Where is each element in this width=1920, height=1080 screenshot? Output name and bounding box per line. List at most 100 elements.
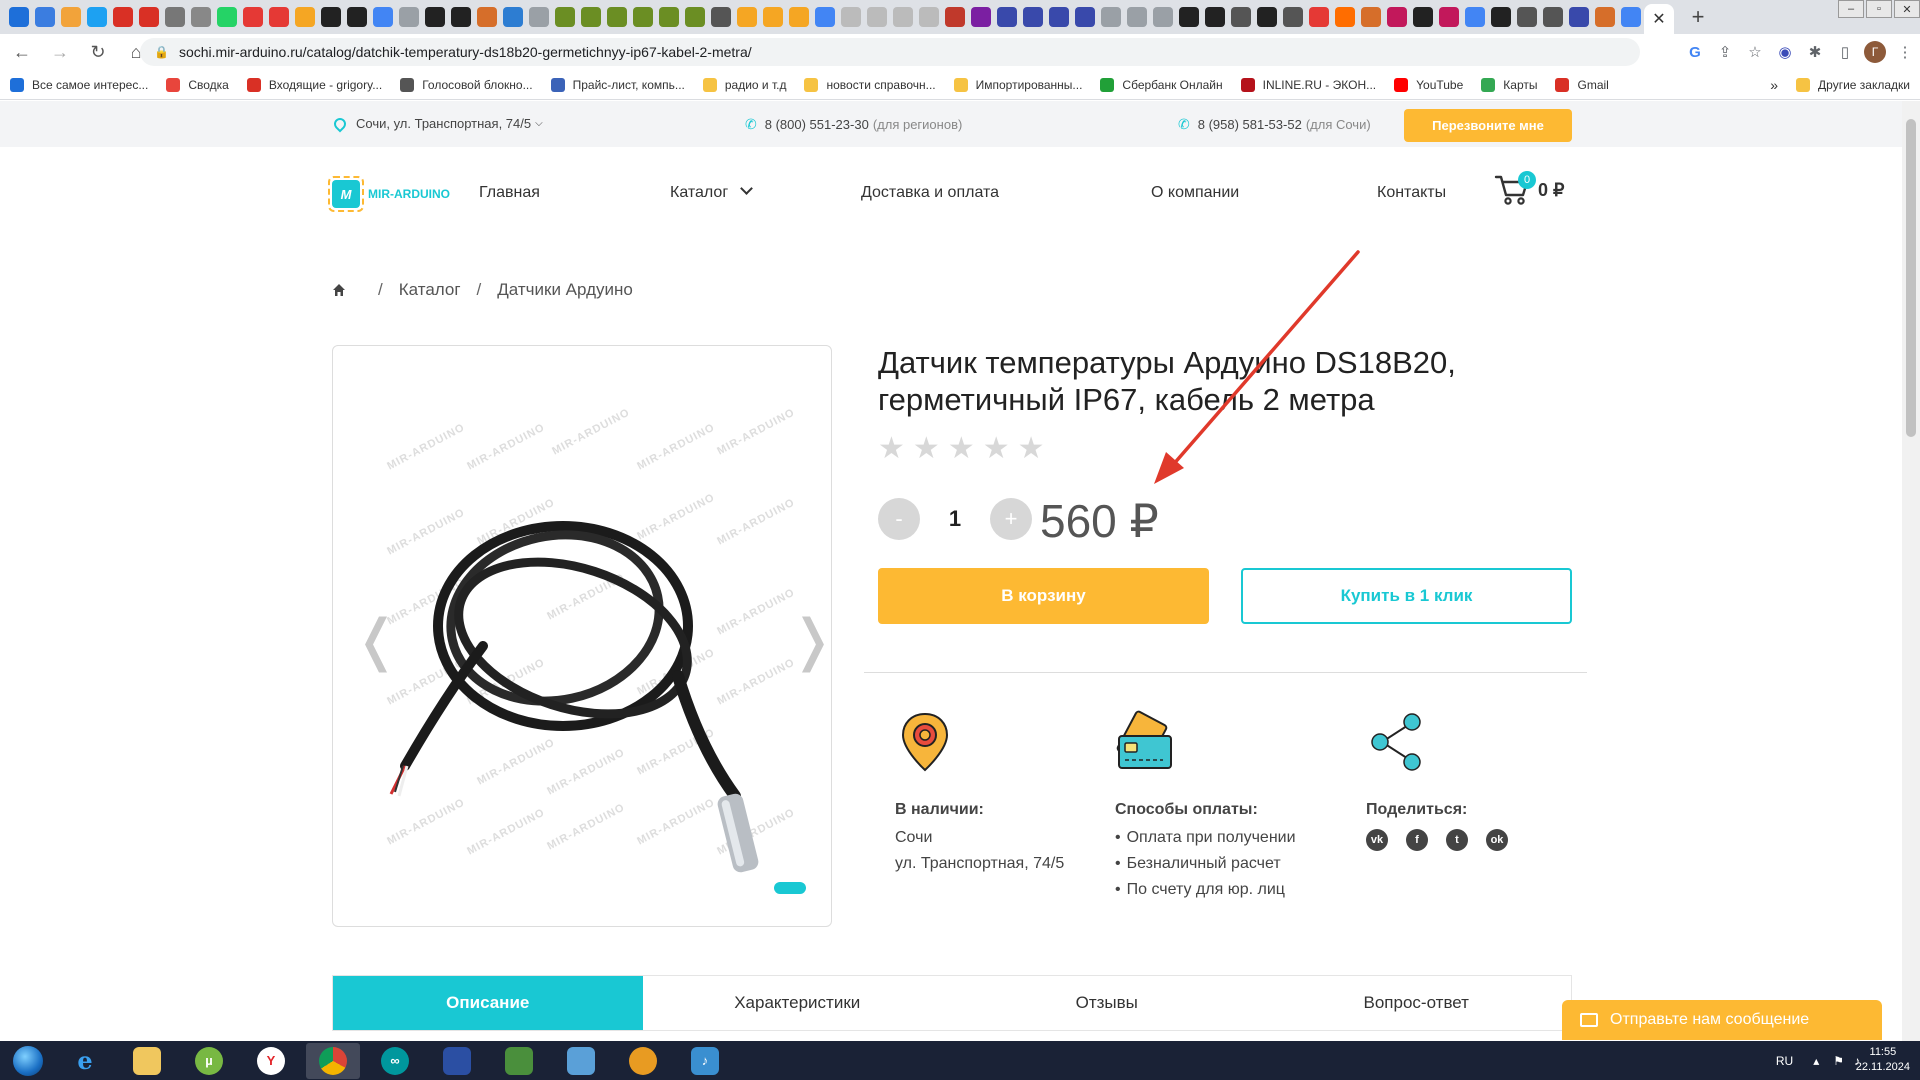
breadcrumb-catalog[interactable]: Каталог (399, 280, 461, 300)
pinned-tab-favicon-icon[interactable] (633, 7, 653, 27)
pinned-tab-favicon-icon[interactable] (1075, 7, 1095, 27)
tray-expand-icon[interactable]: ▴ (1813, 1054, 1819, 1068)
pinned-tab-favicon-icon[interactable] (919, 7, 939, 27)
pinned-tab-favicon-icon[interactable] (607, 7, 627, 27)
pinned-tab-favicon-icon[interactable] (373, 7, 393, 27)
taskbar-explorer[interactable] (120, 1043, 174, 1079)
bookmark-item[interactable]: Голосовой блокно... (400, 77, 533, 92)
pinned-tab-favicon-icon[interactable] (243, 7, 263, 27)
pinned-tab-favicon-icon[interactable] (1179, 7, 1199, 27)
pinned-tab-favicon-icon[interactable] (295, 7, 315, 27)
gallery-next-arrow[interactable]: ❭ (789, 608, 831, 673)
taskbar-internet-explorer[interactable]: e (58, 1043, 112, 1079)
share-page-icon[interactable]: ⇪ (1710, 38, 1740, 66)
pinned-tab-favicon-icon[interactable] (737, 7, 757, 27)
pinned-tab-favicon-icon[interactable] (217, 7, 237, 27)
pinned-tab-favicon-icon[interactable] (1101, 7, 1121, 27)
star-icon[interactable]: ★ (1018, 434, 1045, 464)
header-cart[interactable]: 0 0 ₽ (1494, 171, 1564, 207)
bookmark-item[interactable]: Карты (1481, 77, 1537, 92)
gallery-pagination-dot[interactable] (774, 882, 806, 894)
pinned-tab-favicon-icon[interactable] (1621, 7, 1641, 27)
pinned-tab-favicon-icon[interactable] (1283, 7, 1303, 27)
taskbar-app-7[interactable] (430, 1043, 484, 1079)
extensions-icon[interactable]: ✱ (1800, 38, 1830, 66)
address-bar[interactable]: 🔒 sochi.mir-arduino.ru/catalog/datchik-t… (140, 38, 1640, 66)
bookmark-star-icon[interactable]: ☆ (1740, 38, 1770, 66)
pinned-tab-favicon-icon[interactable] (1309, 7, 1329, 27)
pinned-tab-favicon-icon[interactable] (1387, 7, 1407, 27)
bookmark-item[interactable]: новости справочн... (804, 77, 936, 92)
page-scrollbar[interactable] (1902, 101, 1920, 1041)
taskbar-arduino[interactable]: ∞ (368, 1043, 422, 1079)
pinned-tab-favicon-icon[interactable] (87, 7, 107, 27)
pinned-tab-favicon-icon[interactable] (971, 7, 991, 27)
pinned-tab-favicon-icon[interactable] (1049, 7, 1069, 27)
pinned-tab-favicon-icon[interactable] (1153, 7, 1173, 27)
pinned-tab-favicon-icon[interactable] (1127, 7, 1147, 27)
other-bookmarks-link[interactable]: Другие закладки (1818, 78, 1910, 92)
pinned-tab-favicon-icon[interactable] (1465, 7, 1485, 27)
pinned-tab-favicon-icon[interactable] (685, 7, 705, 27)
pinned-tab-favicon-icon[interactable] (321, 7, 341, 27)
pinned-tab-favicon-icon[interactable] (841, 7, 861, 27)
tray-flag-icon[interactable]: ⚑ (1833, 1054, 1844, 1068)
pinned-tab-favicon-icon[interactable] (1335, 7, 1355, 27)
quantity-decrease-button[interactable]: - (878, 498, 920, 540)
pinned-tab-favicon-icon[interactable] (1023, 7, 1043, 27)
breadcrumb-arduino-sensors[interactable]: Датчики Ардуино (497, 280, 633, 300)
pinned-tab-favicon-icon[interactable] (1491, 7, 1511, 27)
active-tab[interactable]: ✕ (1644, 4, 1674, 34)
tab-reviews[interactable]: Отзывы (952, 976, 1262, 1030)
nav-catalog[interactable]: Каталог (670, 182, 754, 202)
pinned-tab-favicon-icon[interactable] (9, 7, 29, 27)
bookmark-item[interactable]: YouTube (1394, 77, 1463, 92)
taskbar-chrome[interactable] (306, 1042, 360, 1079)
vpn-extension-icon[interactable]: ◉ (1770, 38, 1800, 66)
callback-button[interactable]: Перезвоните мне (1404, 109, 1572, 142)
pinned-tab-favicon-icon[interactable] (1439, 7, 1459, 27)
pinned-tab-favicon-icon[interactable] (35, 7, 55, 27)
window-close-button[interactable]: ✕ (1894, 0, 1920, 18)
taskbar-app-10[interactable] (616, 1043, 670, 1079)
pinned-tab-favicon-icon[interactable] (789, 7, 809, 27)
home-icon[interactable] (332, 283, 346, 297)
close-icon[interactable]: ✕ (1652, 9, 1665, 29)
tab-questions[interactable]: Вопрос-ответ (1262, 976, 1572, 1030)
pinned-tab-favicon-icon[interactable] (997, 7, 1017, 27)
reload-button[interactable]: ↻ (82, 36, 114, 68)
pinned-tab-favicon-icon[interactable] (1257, 7, 1277, 27)
bookmark-item[interactable]: Прайс-лист, компь... (550, 77, 685, 92)
pinned-tab-favicon-icon[interactable] (269, 7, 289, 27)
minimize-button[interactable]: – (1838, 0, 1864, 18)
back-button[interactable]: ← (6, 36, 38, 68)
language-indicator[interactable]: RU (1776, 1054, 1793, 1068)
side-panel-icon[interactable]: ▯ (1830, 38, 1860, 66)
nav-delivery[interactable]: Доставка и оплата (861, 184, 999, 202)
pinned-tab-favicon-icon[interactable] (139, 7, 159, 27)
tab-description[interactable]: Описание (333, 976, 643, 1030)
chat-widget-button[interactable]: Отправьте нам сообщение (1562, 1000, 1882, 1040)
pinned-tab-favicon-icon[interactable] (61, 7, 81, 27)
google-lens-icon[interactable]: G (1680, 38, 1710, 66)
star-icon[interactable]: ★ (983, 434, 1010, 464)
system-clock[interactable]: 11:55 22.11.2024 (1856, 1045, 1910, 1075)
scrollbar-thumb[interactable] (1906, 119, 1916, 437)
nav-contacts[interactable]: Контакты (1377, 184, 1446, 202)
star-icon[interactable]: ★ (913, 434, 940, 464)
bookmarks-overflow-button[interactable]: » (1770, 77, 1778, 93)
pinned-tab-favicon-icon[interactable] (1543, 7, 1563, 27)
pinned-tab-favicon-icon[interactable] (659, 7, 679, 27)
twitter-icon[interactable]: t (1446, 829, 1468, 851)
pinned-tab-favicon-icon[interactable] (191, 7, 211, 27)
pinned-tab-favicon-icon[interactable] (1231, 7, 1251, 27)
taskbar-app-11[interactable]: ♪ (678, 1043, 732, 1079)
location-selector[interactable]: Сочи, ул. Транспортная, 74/5 ⌵ (331, 115, 543, 132)
product-rating[interactable]: ★ ★ ★ ★ ★ (878, 434, 1053, 464)
pinned-tab-favicon-icon[interactable] (763, 7, 783, 27)
pinned-tab-favicon-icon[interactable] (711, 7, 731, 27)
start-button[interactable] (6, 1043, 50, 1079)
pinned-tab-favicon-icon[interactable] (347, 7, 367, 27)
taskbar-app-8[interactable] (492, 1043, 546, 1079)
bookmark-item[interactable]: INLINE.RU - ЭКОН... (1240, 77, 1376, 92)
